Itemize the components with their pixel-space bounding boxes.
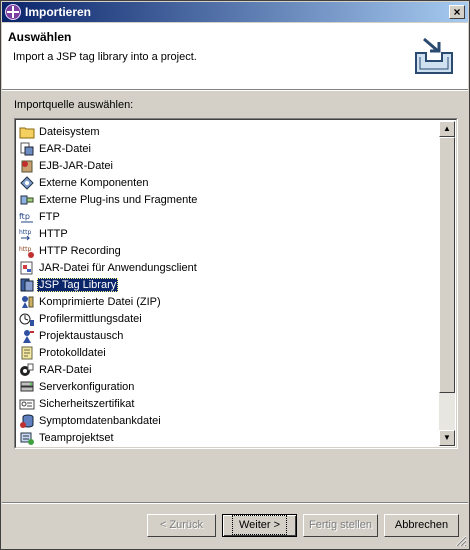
list-item[interactable]: EAR-Datei: [19, 140, 439, 157]
list-item-label: HTTP Recording: [39, 244, 121, 257]
svg-text:http: http: [19, 246, 32, 253]
back-button[interactable]: < Zurück: [147, 514, 216, 537]
log-file-icon: [19, 345, 35, 361]
list-item[interactable]: Externe Plug-ins und Fragmente: [19, 191, 439, 208]
close-button[interactable]: ×: [449, 5, 465, 19]
jsp-taglib-icon: [19, 277, 35, 293]
list-item-label: Profilermittlungsdatei: [39, 312, 142, 325]
list-item[interactable]: Protokolldatei: [19, 344, 439, 361]
window-title: Importieren: [25, 5, 92, 19]
list-item[interactable]: ftp FTP: [19, 208, 439, 225]
cancel-button[interactable]: Abbrechen: [384, 514, 459, 537]
zip-icon: [19, 294, 35, 310]
plugins-icon: [19, 192, 35, 208]
scroll-thumb[interactable]: [439, 137, 455, 393]
import-wizard-icon: [415, 37, 453, 74]
list-item-label: RAR-Datei: [39, 363, 92, 376]
list-item-label: Dateisystem: [39, 125, 100, 138]
source-label: Importquelle auswählen:: [14, 99, 134, 111]
next-button[interactable]: Weiter >: [222, 514, 297, 537]
wizard-banner: Auswählen Import a JSP tag library into …: [2, 23, 468, 90]
finish-button[interactable]: Fertig stellen: [303, 514, 378, 537]
list-item-label: HTTP: [39, 227, 68, 240]
list-item[interactable]: EJB-JAR-Datei: [19, 157, 439, 174]
list-item[interactable]: Komprimierte Datei (ZIP): [19, 293, 439, 310]
symptom-db-icon: [19, 413, 35, 429]
ftp-icon: ftp: [19, 209, 35, 225]
resize-grip-icon[interactable]: [455, 535, 467, 547]
page-heading: Auswählen: [8, 30, 72, 44]
list-item-label: Teamprojektset: [39, 431, 114, 444]
project-exchange-icon: [19, 328, 35, 344]
banner-separator: [2, 90, 468, 91]
list-item-label: Externe Komponenten: [39, 176, 149, 189]
app-icon: [5, 4, 21, 20]
list-item[interactable]: RAR-Datei: [19, 361, 439, 378]
list-item[interactable]: http HTTP: [19, 225, 439, 242]
title-bar[interactable]: Importieren ×: [2, 2, 468, 22]
list-item-label: JSP Tag Library: [37, 277, 119, 292]
external-components-icon: [19, 175, 35, 191]
next-button-label: Weiter >: [231, 515, 288, 535]
list-item[interactable]: JSP Tag Library: [19, 276, 439, 293]
scroll-down-button[interactable]: ▼: [439, 430, 455, 446]
list-item[interactable]: Sicherheitszertifikat: [19, 395, 439, 412]
import-source-list[interactable]: Dateisystem EAR-Datei EJB-JAR-Datei Externe…: [14, 118, 458, 449]
page-description: Import a JSP tag library into a project.: [13, 51, 197, 63]
list-item[interactable]: Externe Komponenten: [19, 174, 439, 191]
http-recording-icon: http: [19, 243, 35, 259]
jar-client-icon: [19, 260, 35, 276]
scroll-up-button[interactable]: ▲: [439, 121, 455, 137]
list-item-label: Serverkonfiguration: [39, 380, 135, 393]
list-item[interactable]: Projektaustausch: [19, 327, 439, 344]
list-item[interactable]: Symptomdatenbankdatei: [19, 412, 439, 429]
list-item[interactable]: Dateisystem: [19, 123, 439, 140]
list-item[interactable]: Profilermittlungsdatei: [19, 310, 439, 327]
ejb-jar-icon: [19, 158, 35, 174]
import-dialog: Importieren × Auswählen Import a JSP tag…: [0, 0, 470, 550]
list-item-label: JAR-Datei für Anwendungsclient: [39, 261, 197, 274]
list-item-label: FTP: [39, 210, 60, 223]
svg-text:http: http: [19, 229, 32, 236]
list-item-label: Externe Plug-ins und Fragmente: [39, 193, 198, 206]
list-item-label: Komprimierte Datei (ZIP): [39, 295, 161, 308]
certificate-icon: [19, 396, 35, 412]
list-item-label: Protokolldatei: [39, 346, 106, 359]
profiler-icon: [19, 311, 35, 327]
svg-text:ftp: ftp: [19, 212, 30, 221]
list-item[interactable]: Serverkonfiguration: [19, 378, 439, 395]
ear-file-icon: [19, 141, 35, 157]
vertical-scrollbar[interactable]: ▲ ▼: [439, 121, 455, 446]
list-item-label: Sicherheitszertifikat: [39, 397, 135, 410]
list-item[interactable]: http HTTP Recording: [19, 242, 439, 259]
list-item-label: Symptomdatenbankdatei: [39, 414, 161, 427]
folder-icon: [19, 124, 35, 140]
http-icon: http: [19, 226, 35, 242]
list-item-label: EJB-JAR-Datei: [39, 159, 113, 172]
list-item-label: EAR-Datei: [39, 142, 91, 155]
list-item[interactable]: JAR-Datei für Anwendungsclient: [19, 259, 439, 276]
list-item[interactable]: Teamprojektset: [19, 429, 439, 446]
team-project-icon: [19, 430, 35, 446]
list-item-label: Projektaustausch: [39, 329, 124, 342]
rar-file-icon: [19, 362, 35, 378]
server-config-icon: [19, 379, 35, 395]
